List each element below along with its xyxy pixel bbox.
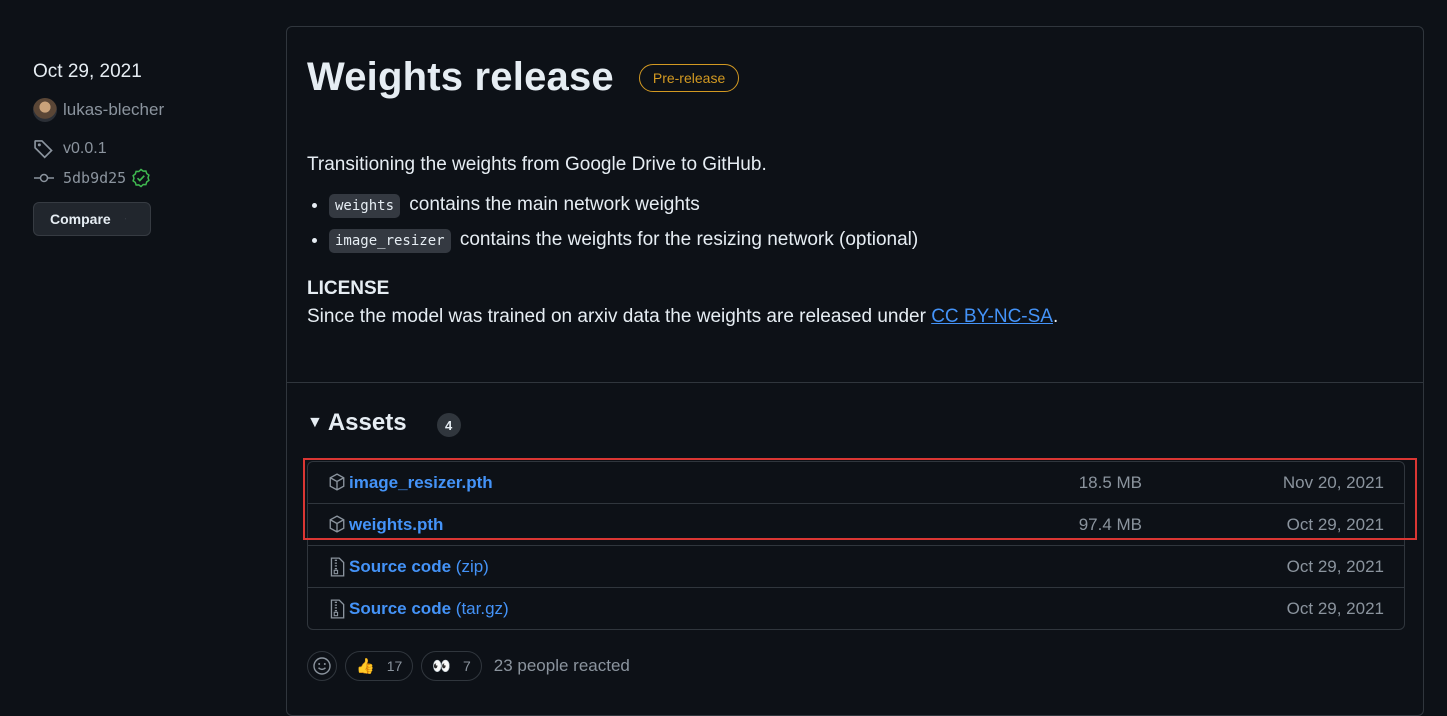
- inline-code: image_resizer: [329, 229, 451, 253]
- thumbs-up-reaction[interactable]: 👍 17: [345, 651, 414, 681]
- commit-icon: [34, 173, 54, 183]
- verified-check-icon[interactable]: [131, 168, 151, 188]
- release-sidebar: Oct 29, 2021 lukas-blecher v0.0.1 5db9d2…: [33, 60, 253, 236]
- asset-date: Nov 20, 2021: [1282, 472, 1384, 492]
- package-icon: [329, 473, 345, 491]
- asset-row: image_resizer.pth 18.5 MB Nov 20, 2021: [308, 462, 1404, 503]
- author-name: lukas-blecher: [63, 100, 165, 119]
- asset-size: 18.5 MB: [1078, 472, 1142, 492]
- assets-count-badge: 4: [436, 413, 461, 437]
- commit-link[interactable]: 5db9d25: [33, 168, 253, 188]
- package-icon: [329, 515, 345, 533]
- release-notes: Transitioning the weights from Google Dr…: [307, 151, 1397, 331]
- avatar: [33, 98, 57, 122]
- list-item-text: contains the main network weights: [409, 194, 700, 215]
- assets-title: Assets: [327, 409, 407, 436]
- asset-date: Oct 29, 2021: [1286, 598, 1384, 618]
- reaction-count: 17: [386, 658, 403, 674]
- asset-date: Oct 29, 2021: [1286, 556, 1384, 576]
- license-link[interactable]: CC BY-NC-SA: [931, 306, 1053, 327]
- list-item: weights contains the main network weight…: [329, 191, 1397, 220]
- divider: [287, 382, 1423, 383]
- asset-row: Source code (zip) Oct 29, 2021: [308, 545, 1404, 587]
- thumbs-up-icon: 👍: [356, 658, 375, 675]
- asset-link[interactable]: Source code (zip): [349, 557, 489, 577]
- assets-list: image_resizer.pth 18.5 MB Nov 20, 2021 w…: [307, 461, 1405, 630]
- asset-date: Oct 29, 2021: [1286, 514, 1384, 534]
- list-item: image_resizer contains the weights for t…: [329, 226, 1397, 255]
- license-paragraph: Since the model was trained on arxiv dat…: [307, 303, 1397, 331]
- list-item-text: contains the weights for the resizing ne…: [459, 229, 919, 250]
- asset-row: weights.pth 97.4 MB Oct 29, 2021: [308, 503, 1404, 545]
- license-period: .: [1052, 306, 1059, 327]
- reactions-bar: 👍 17 👀 7 23 people reacted: [307, 651, 630, 681]
- release-date: Oct 29, 2021: [33, 61, 142, 82]
- license-heading: LICENSE: [307, 278, 390, 299]
- tag-label: v0.0.1: [63, 140, 107, 157]
- eyes-icon: 👀: [432, 658, 451, 675]
- license-text: Since the model was trained on arxiv dat…: [307, 306, 926, 327]
- reaction-count: 7: [462, 658, 471, 674]
- compare-button[interactable]: Compare: [33, 202, 151, 236]
- author-link[interactable]: lukas-blecher: [33, 98, 253, 122]
- eyes-reaction[interactable]: 👀 7: [421, 651, 482, 681]
- caret-down-icon: ▼: [307, 414, 323, 431]
- tag-link[interactable]: v0.0.1: [33, 138, 253, 160]
- asset-link[interactable]: image_resizer.pth: [349, 473, 493, 493]
- tag-icon: [34, 140, 53, 159]
- release-title[interactable]: Weights release: [307, 55, 614, 100]
- smiley-icon: [313, 657, 331, 675]
- compare-label: Compare: [50, 211, 111, 227]
- asset-link[interactable]: weights.pth: [349, 515, 443, 535]
- asset-size: 97.4 MB: [1078, 514, 1142, 534]
- release-bullets: weights contains the main network weight…: [307, 191, 1397, 255]
- reactions-summary: 23 people reacted: [493, 656, 630, 675]
- file-zip-icon: [330, 599, 345, 619]
- release-card: Weights release Pre-release Transitionin…: [286, 26, 1424, 716]
- release-intro: Transitioning the weights from Google Dr…: [307, 154, 767, 175]
- prerelease-badge: Pre-release: [638, 63, 740, 92]
- asset-link[interactable]: Source code (tar.gz): [349, 599, 509, 619]
- asset-row: Source code (tar.gz) Oct 29, 2021: [308, 587, 1404, 629]
- chevron-down-icon: [124, 218, 126, 220]
- commit-sha: 5db9d25: [63, 169, 127, 187]
- assets-toggle[interactable]: ▼ Assets 4: [307, 409, 461, 437]
- add-reaction-button[interactable]: [307, 651, 337, 681]
- file-zip-icon: [330, 557, 345, 577]
- inline-code: weights: [329, 194, 401, 218]
